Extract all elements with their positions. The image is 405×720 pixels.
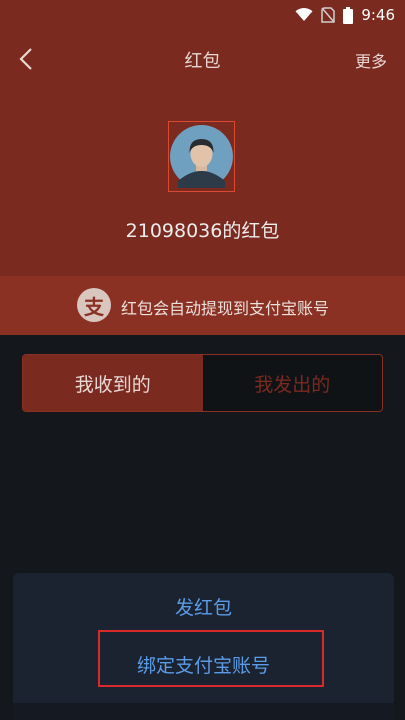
segmented-tabs: 我收到的 我发出的 (22, 354, 383, 412)
no-sim-icon (321, 7, 336, 23)
default-avatar-icon (170, 125, 233, 188)
highlight-box (98, 630, 324, 687)
battery-icon (343, 6, 354, 24)
status-bar: 9:46 (0, 0, 405, 30)
more-button[interactable]: 更多 (355, 48, 387, 72)
sheet-bottom-edge (13, 703, 394, 720)
status-time: 9:46 (361, 6, 395, 24)
owner-name-line: 21098036的红包 (125, 220, 280, 242)
nav-bar: 红包 更多 (0, 30, 405, 88)
status-icons: 9:46 (295, 6, 395, 24)
tab-received[interactable]: 我收到的 (23, 355, 203, 411)
tab-sent[interactable]: 我发出的 (202, 355, 382, 411)
wifi-icon (295, 8, 313, 21)
page-title: 红包 (184, 51, 221, 72)
avatar[interactable] (168, 121, 235, 192)
send-red-packet-button[interactable]: 发红包 (13, 593, 394, 620)
alipay-logo-icon: 支 (77, 288, 111, 322)
notice-text: 红包会自动提现到支付宝账号 (121, 299, 330, 318)
alipay-logo-char: 支 (84, 294, 104, 319)
